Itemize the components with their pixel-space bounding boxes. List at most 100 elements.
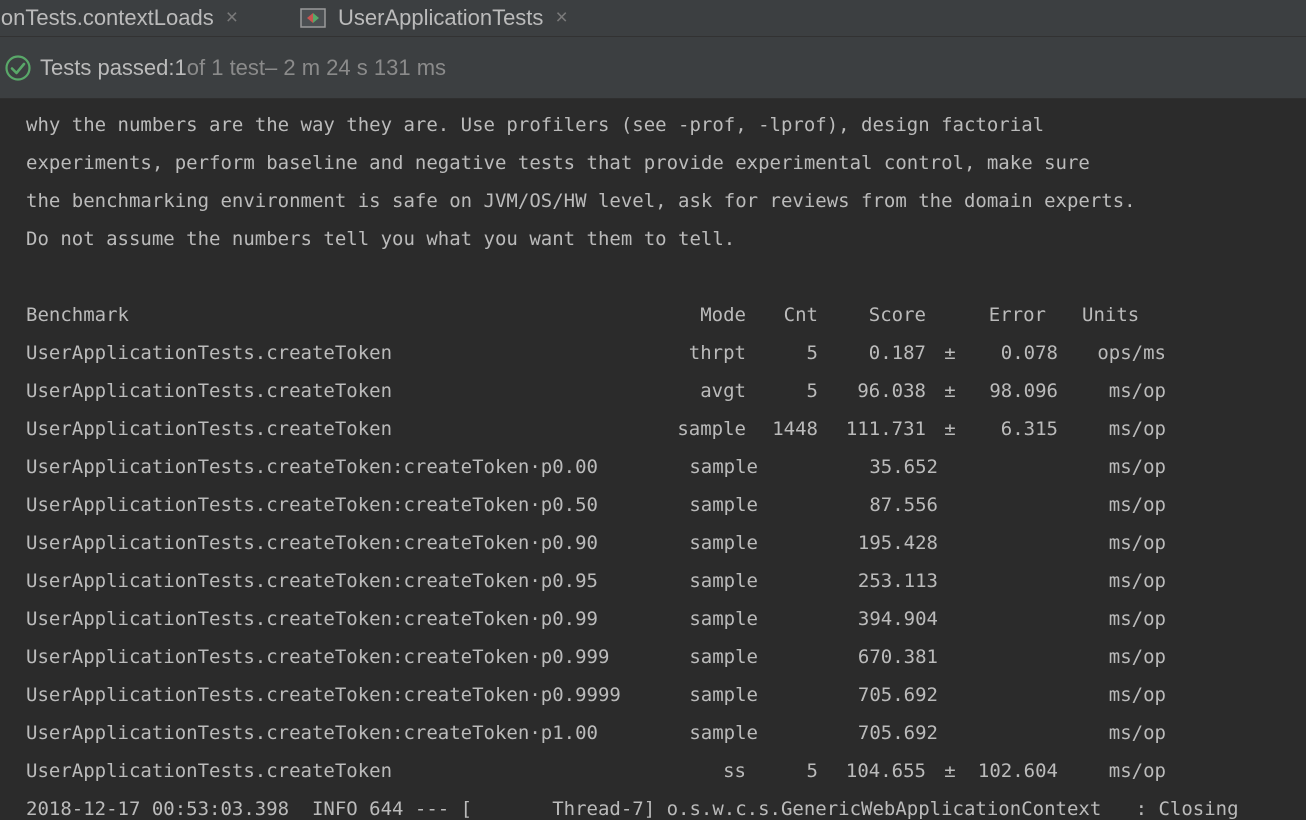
- benchmark-score: 253.113: [857, 570, 938, 592]
- benchmark-score: 0.187: [868, 342, 926, 364]
- benchmark-name: UserApplicationTests.createToken:createT…: [26, 646, 610, 668]
- tests-total: of 1 test: [186, 54, 266, 80]
- benchmark-mode: sample: [689, 646, 758, 668]
- benchmark-units: ms/op: [1108, 456, 1166, 478]
- benchmark-error: 102.604: [977, 760, 1058, 782]
- benchmark-units: ops/ms: [1097, 342, 1166, 364]
- test-status-bar: Tests passed: 1 of 1 test – 2 m 24 s 131…: [0, 37, 1306, 99]
- editor-tab-bar: ionTests.contextLoads × UserApplicationT…: [0, 0, 1306, 37]
- benchmark-error: [966, 486, 1058, 524]
- benchmark-plus-minus: [938, 562, 962, 600]
- benchmark-plus-minus: [938, 714, 962, 752]
- console-output[interactable]: why the numbers are the way they are. Us…: [0, 99, 1306, 820]
- benchmark-units: ms/op: [1108, 570, 1166, 592]
- benchmark-name: UserApplicationTests.createToken: [26, 380, 393, 402]
- benchmark-plus-minus: ±: [944, 342, 956, 364]
- benchmark-score: 87.556: [869, 494, 938, 516]
- tab-user-application-tests[interactable]: UserApplicationTests ×: [300, 0, 568, 36]
- benchmark-score: 394.904: [857, 608, 938, 630]
- benchmark-error: [966, 676, 1058, 714]
- benchmark-score: 195.428: [857, 532, 938, 554]
- benchmark-score: 96.038: [857, 380, 926, 402]
- benchmark-plus-minus: [938, 676, 962, 714]
- benchmark-cnt: [756, 600, 818, 638]
- benchmark-name: UserApplicationTests.createToken: [26, 418, 393, 440]
- benchmark-cnt: [756, 486, 818, 524]
- benchmark-units: ms/op: [1108, 418, 1166, 440]
- benchmark-error: [966, 562, 1058, 600]
- benchmark-error: 0.078: [1000, 342, 1058, 364]
- benchmark-cnt: [756, 714, 818, 752]
- benchmark-error: [966, 714, 1058, 752]
- benchmark-error: [966, 638, 1058, 676]
- benchmark-cnt: 1448: [772, 418, 818, 440]
- tab-label: UserApplicationTests: [338, 5, 544, 30]
- benchmark-plus-minus: ±: [944, 380, 956, 402]
- benchmark-name: UserApplicationTests.createToken:createT…: [26, 608, 598, 630]
- console-line: experiments, perform baseline and negati…: [26, 152, 1090, 174]
- log-line: 2018-12-17 00:53:03.398 INFO 644 --- [ T…: [26, 798, 1239, 820]
- header-units: Units: [1082, 304, 1140, 326]
- console-line: why the numbers are the way they are. Us…: [26, 114, 1045, 136]
- benchmark-mode: sample: [689, 608, 758, 630]
- benchmark-error: 6.315: [1000, 418, 1058, 440]
- header-benchmark: Benchmark: [26, 304, 129, 326]
- benchmark-cnt: [756, 638, 818, 676]
- benchmark-plus-minus: [938, 638, 962, 676]
- benchmark-mode: avgt: [700, 380, 746, 402]
- benchmark-name: UserApplicationTests.createToken:createT…: [26, 684, 621, 706]
- benchmark-mode: sample: [677, 418, 746, 440]
- benchmark-mode: thrpt: [688, 342, 746, 364]
- benchmark-cnt: 5: [806, 342, 818, 364]
- benchmark-cnt: [756, 524, 818, 562]
- benchmark-units: ms/op: [1108, 608, 1166, 630]
- header-error: Error: [988, 304, 1046, 326]
- benchmark-cnt: 5: [806, 760, 818, 782]
- benchmark-mode: sample: [689, 570, 758, 592]
- benchmark-score: 104.655: [845, 760, 926, 782]
- benchmark-name: UserApplicationTests.createToken:createT…: [26, 494, 598, 516]
- benchmark-score: 705.692: [857, 722, 938, 744]
- tests-duration: – 2 m 24 s 131 ms: [265, 54, 447, 80]
- benchmark-plus-minus: [938, 600, 962, 638]
- benchmark-plus-minus: ±: [944, 418, 956, 440]
- tests-passed-count: 1: [174, 54, 187, 80]
- benchmark-units: ms/op: [1108, 494, 1166, 516]
- benchmark-units: ms/op: [1108, 380, 1166, 402]
- benchmark-units: ms/op: [1108, 722, 1166, 744]
- benchmark-cnt: 5: [806, 380, 818, 402]
- benchmark-error: [966, 448, 1058, 486]
- benchmark-mode: sample: [689, 722, 758, 744]
- tests-passed-label: Tests passed:: [40, 54, 175, 80]
- benchmark-name: UserApplicationTests.createToken: [26, 342, 393, 364]
- header-score: Score: [868, 304, 926, 326]
- benchmark-plus-minus: [938, 448, 962, 486]
- benchmark-cnt: [756, 562, 818, 600]
- header-cnt: Cnt: [783, 304, 818, 326]
- benchmark-mode: sample: [689, 456, 758, 478]
- benchmark-mode: ss: [723, 760, 746, 782]
- benchmark-error: [966, 600, 1058, 638]
- benchmark-units: ms/op: [1108, 646, 1166, 668]
- benchmark-score: 35.652: [869, 456, 938, 478]
- console-line: Do not assume the numbers tell you what …: [26, 228, 736, 250]
- close-icon[interactable]: ×: [555, 6, 567, 30]
- benchmark-plus-minus: ±: [944, 760, 956, 782]
- benchmark-score: 670.381: [857, 646, 938, 668]
- tab-context-loads[interactable]: ionTests.contextLoads ×: [0, 0, 238, 36]
- benchmark-cnt: [756, 676, 818, 714]
- benchmark-score: 705.692: [857, 684, 938, 706]
- benchmark-error: [966, 524, 1058, 562]
- benchmark-name: UserApplicationTests.createToken: [26, 760, 393, 782]
- benchmark-mode: sample: [689, 494, 758, 516]
- benchmark-name: UserApplicationTests.createToken:createT…: [26, 570, 598, 592]
- benchmark-cnt: [756, 448, 818, 486]
- tab-label: ionTests.contextLoads: [0, 5, 214, 30]
- run-config-icon: [300, 8, 326, 28]
- close-icon[interactable]: ×: [226, 6, 238, 30]
- benchmark-units: ms/op: [1108, 760, 1166, 782]
- benchmark-units: ms/op: [1108, 684, 1166, 706]
- benchmark-name: UserApplicationTests.createToken:createT…: [26, 532, 598, 554]
- benchmark-plus-minus: [938, 486, 962, 524]
- benchmark-mode: sample: [689, 684, 758, 706]
